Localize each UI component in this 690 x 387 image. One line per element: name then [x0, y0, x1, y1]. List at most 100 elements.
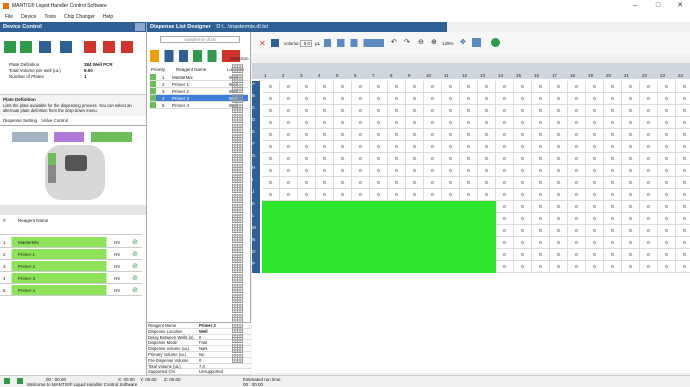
well[interactable]: 0	[586, 237, 604, 249]
row-header[interactable]: E	[252, 129, 260, 141]
well[interactable]: 0	[280, 249, 298, 261]
redo-icon[interactable]: ↷	[404, 38, 410, 46]
well[interactable]: 0	[370, 93, 388, 105]
well[interactable]: 0	[478, 81, 496, 93]
well[interactable]: 0	[622, 261, 640, 273]
well[interactable]: 0	[316, 117, 334, 129]
well[interactable]: 0	[640, 165, 658, 177]
well[interactable]: 0	[298, 249, 316, 261]
well[interactable]: 0	[622, 105, 640, 117]
well[interactable]: 0	[640, 105, 658, 117]
selection-icon[interactable]	[232, 334, 243, 343]
row-header[interactable]: F	[252, 141, 260, 153]
well[interactable]: 0	[352, 177, 370, 189]
well[interactable]: 0	[514, 201, 532, 213]
well[interactable]: 0	[676, 249, 690, 261]
well[interactable]: 0	[442, 81, 460, 93]
column-header[interactable]: 12	[462, 73, 467, 78]
well[interactable]: 0	[352, 189, 370, 201]
well[interactable]: 0	[604, 129, 622, 141]
row-header[interactable]: O	[252, 249, 260, 261]
well[interactable]: 0	[658, 105, 676, 117]
well[interactable]: 0	[676, 153, 690, 165]
well[interactable]: 0	[676, 93, 690, 105]
well[interactable]: 0	[478, 237, 496, 249]
well[interactable]: 0	[532, 249, 550, 261]
well[interactable]: 0	[622, 225, 640, 237]
clear-icon[interactable]: ✕	[259, 39, 267, 48]
well[interactable]: 0	[424, 129, 442, 141]
well[interactable]: 0	[514, 189, 532, 201]
well[interactable]: 0	[496, 105, 514, 117]
well[interactable]: 0	[334, 153, 352, 165]
well[interactable]: 0	[298, 213, 316, 225]
plate-definition-value[interactable]: 384 Well PCR	[84, 62, 113, 67]
well[interactable]: 0	[442, 249, 460, 261]
well[interactable]: 0	[532, 261, 550, 273]
well[interactable]: 0	[640, 81, 658, 93]
row-header[interactable]: D	[252, 117, 260, 129]
well[interactable]: 0	[280, 165, 298, 177]
well[interactable]: 0	[280, 93, 298, 105]
reagent-empty-row[interactable]	[0, 226, 142, 235]
well[interactable]: 0	[586, 201, 604, 213]
well[interactable]: 0	[478, 213, 496, 225]
well[interactable]: 0	[478, 165, 496, 177]
well[interactable]: 0	[280, 177, 298, 189]
well[interactable]: 0	[496, 93, 514, 105]
selection-icon[interactable]	[232, 114, 243, 123]
well[interactable]: 0	[514, 141, 532, 153]
well[interactable]: 0	[640, 177, 658, 189]
well[interactable]: 0	[478, 129, 496, 141]
well[interactable]: 0	[568, 117, 586, 129]
well[interactable]: 0	[316, 177, 334, 189]
well[interactable]: 0	[424, 177, 442, 189]
well[interactable]: 0	[370, 165, 388, 177]
well[interactable]: 0	[424, 225, 442, 237]
row-header[interactable]: G	[252, 153, 260, 165]
well[interactable]: 0	[496, 261, 514, 273]
selection-icon[interactable]	[232, 144, 243, 153]
well[interactable]: 0	[262, 189, 280, 201]
well[interactable]: 0	[388, 117, 406, 129]
well[interactable]: 0	[640, 129, 658, 141]
well[interactable]: 0	[496, 81, 514, 93]
well[interactable]: 0	[352, 165, 370, 177]
row-header[interactable]: I	[252, 177, 260, 189]
well[interactable]: 0	[316, 201, 334, 213]
selection-icon[interactable]	[232, 204, 243, 213]
well[interactable]: 0	[604, 249, 622, 261]
well[interactable]: 0	[460, 93, 478, 105]
well[interactable]: 0	[514, 213, 532, 225]
well[interactable]: 0	[640, 93, 658, 105]
selection-icon[interactable]	[232, 164, 243, 173]
selection-icon[interactable]	[232, 214, 243, 223]
well[interactable]: 0	[568, 105, 586, 117]
well[interactable]: 0	[370, 225, 388, 237]
plate-type-icon[interactable]	[491, 38, 500, 47]
well[interactable]: 0	[280, 117, 298, 129]
well[interactable]: 0	[316, 141, 334, 153]
well[interactable]: 0	[262, 81, 280, 93]
reagent-row[interactable]: 3 Primer 2 HV ⊘	[0, 261, 142, 272]
well[interactable]: 0	[460, 213, 478, 225]
well[interactable]: 0	[442, 237, 460, 249]
column-header[interactable]: 10	[426, 73, 431, 78]
close-button[interactable]: ✕	[670, 0, 690, 12]
well[interactable]: 0	[550, 165, 568, 177]
well[interactable]: 0	[424, 81, 442, 93]
plate-button[interactable]	[39, 41, 51, 53]
stop-button[interactable]	[121, 41, 133, 53]
well[interactable]: 0	[676, 189, 690, 201]
well[interactable]: 0	[496, 141, 514, 153]
well[interactable]: 0	[640, 237, 658, 249]
column-header[interactable]: 15	[516, 73, 521, 78]
selection-icon[interactable]	[232, 254, 243, 263]
well[interactable]: 0	[532, 153, 550, 165]
well[interactable]: 0	[442, 165, 460, 177]
well[interactable]: 0	[568, 237, 586, 249]
well[interactable]: 0	[496, 189, 514, 201]
well[interactable]: 0	[460, 129, 478, 141]
column-header[interactable]: 17	[552, 73, 557, 78]
well[interactable]: 0	[622, 177, 640, 189]
